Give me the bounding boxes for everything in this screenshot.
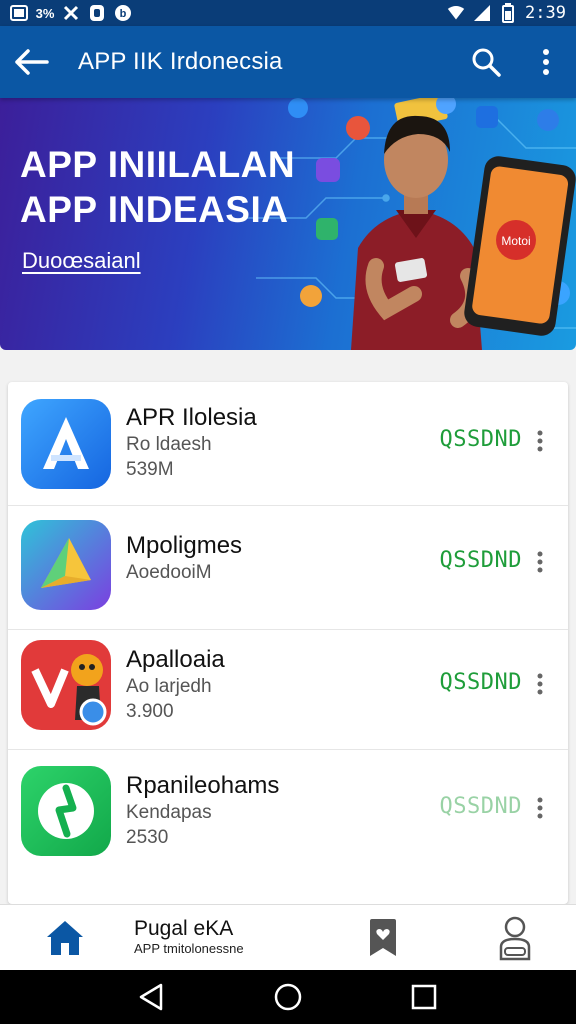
- install-button[interactable]: QSSDND: [440, 794, 522, 819]
- svg-text:b: b: [120, 8, 127, 20]
- banner-headline-line2: APP INDEASIA: [20, 189, 289, 230]
- b-icon: b: [114, 4, 132, 22]
- nav-home[interactable]: [30, 905, 100, 971]
- back-button[interactable]: [0, 26, 64, 98]
- promo-banner[interactable]: Motoi APP INIILALAN APP INDEASIA Duoœsai…: [0, 98, 576, 350]
- app-developer: AoedooiM: [126, 562, 212, 583]
- clock: 2:39: [525, 3, 566, 23]
- banner-link[interactable]: Duoœsaianl: [22, 248, 141, 274]
- app-developer: Ro ldaesh: [126, 434, 212, 455]
- app-name: Rpanileohams: [126, 772, 280, 799]
- photo-icon: [10, 4, 28, 22]
- page-title: APP IIK Irdonecsia: [78, 48, 283, 75]
- nav-profile[interactable]: [480, 905, 550, 971]
- svg-text:Motoi: Motoi: [501, 234, 530, 248]
- square-recents-icon: [411, 984, 437, 1010]
- list-item[interactable]: APR Ilolesia Ro ldaesh 539M QSSDND: [8, 382, 568, 506]
- system-home-button[interactable]: [253, 970, 323, 1024]
- home-icon: [47, 921, 83, 955]
- status-bar: 3% b 2:39: [0, 0, 576, 26]
- app-size: 539M: [126, 459, 174, 480]
- more-vert-icon: [543, 49, 549, 75]
- search-icon: [472, 48, 501, 77]
- battery-icon: [499, 3, 517, 23]
- banner-headline-line1: APP INIILALAN: [20, 144, 296, 185]
- green-leaf-app-icon: [21, 766, 111, 856]
- system-back-button[interactable]: [116, 970, 186, 1024]
- app-size: 3.900: [126, 701, 174, 722]
- profile-icon: [499, 916, 531, 961]
- more-vert-icon: [537, 551, 543, 573]
- arrow-left-icon: [15, 49, 49, 75]
- install-button[interactable]: QSSDND: [440, 670, 522, 695]
- signal-icon: [473, 4, 491, 22]
- more-vert-icon: [537, 673, 543, 695]
- item-menu-button[interactable]: [530, 547, 550, 577]
- nav-title: Pugal eKA: [134, 917, 234, 940]
- overflow-menu-button[interactable]: [516, 26, 576, 98]
- banner-headline: APP INIILALAN APP INDEASIA: [20, 142, 320, 232]
- presenter-illustration: [351, 115, 482, 350]
- list-item[interactable]: Rpanileohams Kendapas 2530 QSSDND: [8, 750, 568, 874]
- search-button[interactable]: [456, 26, 516, 98]
- nav-saved[interactable]: [348, 905, 418, 971]
- puzzle-icon: [62, 4, 80, 22]
- app-size: 2530: [126, 827, 169, 848]
- more-vert-icon: [537, 430, 543, 452]
- triangle-back-icon: [139, 983, 163, 1011]
- install-button[interactable]: QSSDND: [440, 427, 522, 452]
- play-triangle-icon: [21, 520, 111, 610]
- phone-illustration: Motoi: [464, 156, 576, 336]
- app-name: Apalloaia: [126, 646, 225, 673]
- app-list: APR Ilolesia Ro ldaesh 539M QSSDND Mpoli…: [8, 382, 568, 904]
- shield-icon: [88, 4, 106, 22]
- bottom-navigation: Pugal eKA APP tmitolonessne: [0, 904, 576, 970]
- 3g-icon: 3%: [35, 5, 55, 21]
- list-item[interactable]: Mpoligmes AoedooiM QSSDND: [8, 506, 568, 630]
- more-vert-icon: [537, 797, 543, 819]
- app-bar: APP IIK Irdonecsia: [0, 26, 576, 98]
- app-developer: Ao larjedh: [126, 676, 212, 697]
- a-app-icon: [21, 399, 111, 489]
- app-developer: Kendapas: [126, 802, 212, 823]
- bookmark-heart-icon: [370, 919, 396, 956]
- list-item[interactable]: Apalloaia Ao larjedh 3.900 QSSDND: [8, 626, 568, 750]
- circle-home-icon: [274, 983, 302, 1011]
- mascot-app-icon: [21, 640, 111, 730]
- app-name: Mpoligmes: [126, 532, 243, 559]
- system-recents-button[interactable]: [389, 970, 459, 1024]
- item-menu-button[interactable]: [530, 426, 550, 456]
- system-navigation-bar: [0, 970, 576, 1024]
- nav-label: Pugal eKA APP tmitolonessne: [134, 917, 244, 957]
- item-menu-button[interactable]: [530, 669, 550, 699]
- item-menu-button[interactable]: [530, 793, 550, 823]
- install-button[interactable]: QSSDND: [440, 548, 522, 573]
- wifi-icon: [447, 4, 465, 22]
- app-name: APR Ilolesia: [126, 404, 257, 431]
- nav-subtitle: APP tmitolonessne: [134, 941, 244, 956]
